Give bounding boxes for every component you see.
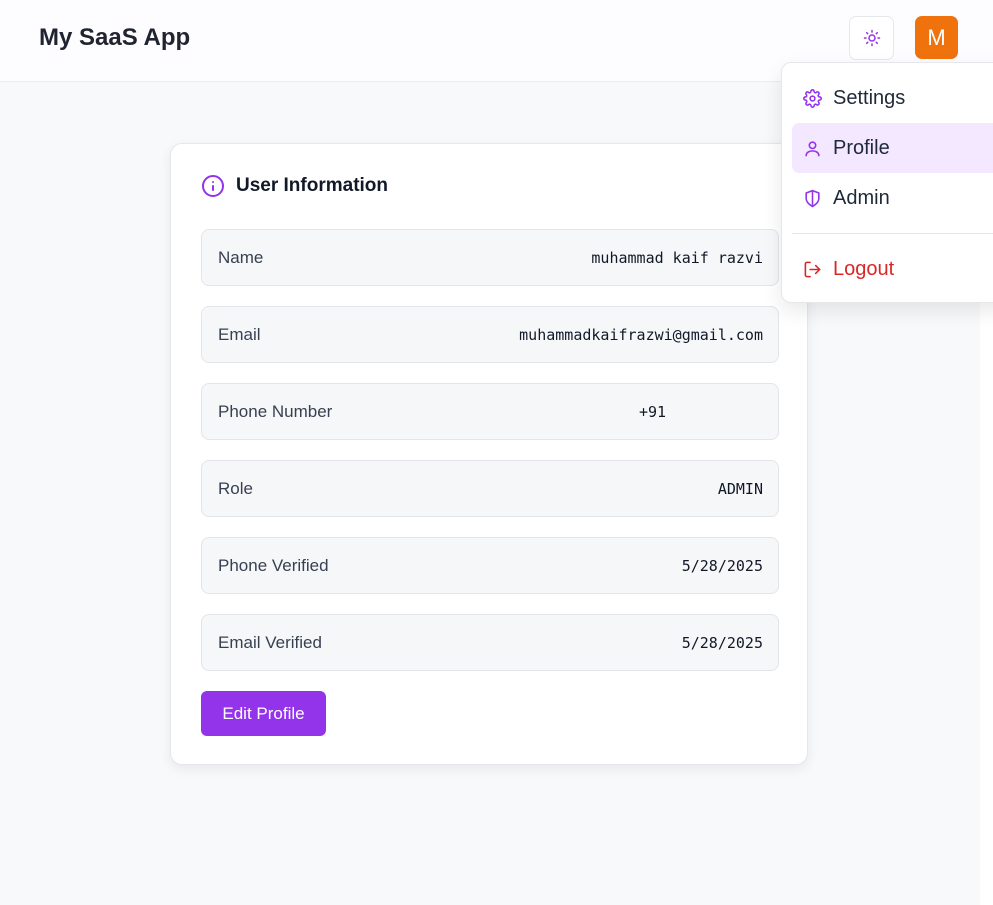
menu-item-label: Admin [833, 186, 890, 209]
edit-profile-button[interactable]: Edit Profile [201, 691, 326, 736]
info-row-email-verified: Email Verified 5/28/2025 [201, 614, 779, 671]
card-title: User Information [236, 175, 389, 196]
menu-item-admin[interactable]: Admin [792, 173, 993, 223]
row-label: Phone Verified [218, 556, 329, 575]
user-info-card: User Information Name muhammad kaif razv… [170, 143, 808, 765]
row-label: Email [218, 325, 261, 344]
info-row-phone: Phone Number +91 [201, 383, 779, 440]
info-row-email: Email muhammadkaifrazwi@gmail.com [201, 306, 779, 363]
menu-item-label: Profile [833, 136, 890, 159]
row-label: Email Verified [218, 633, 322, 652]
row-label: Role [218, 479, 253, 498]
menu-item-logout[interactable]: Logout [792, 244, 993, 294]
menu-item-profile[interactable]: Profile [792, 123, 993, 173]
row-value: 5/28/2025 [681, 634, 763, 652]
row-label: Phone Number [218, 402, 333, 421]
row-value: +91 [639, 403, 667, 421]
gear-icon [803, 88, 822, 108]
user-dropdown-menu: Settings Profile Admin Logout [781, 62, 993, 303]
sun-icon [863, 29, 880, 47]
shield-icon [805, 189, 820, 207]
card-header: User Information [201, 174, 388, 198]
avatar[interactable]: M [915, 16, 958, 59]
menu-item-settings[interactable]: Settings [792, 73, 993, 123]
info-row-name: Name muhammad kaif razvi [201, 229, 779, 286]
row-value: muhammad kaif razvi [591, 249, 763, 267]
user-icon [805, 140, 820, 156]
row-value: 5/28/2025 [681, 557, 763, 575]
row-value: ADMIN [717, 480, 763, 498]
theme-toggle-button[interactable] [849, 16, 894, 60]
row-value: muhammadkaifrazwi@gmail.com [519, 326, 763, 344]
row-label: Name [218, 248, 264, 267]
menu-item-label: Settings [833, 86, 906, 109]
app-title: My SaaS App [39, 24, 191, 51]
info-icon [202, 175, 224, 197]
info-row-role: Role ADMIN [201, 460, 779, 517]
logout-icon [804, 261, 821, 277]
menu-divider [792, 233, 993, 234]
menu-item-label: Logout [833, 257, 895, 280]
info-row-phone-verified: Phone Verified 5/28/2025 [201, 537, 779, 594]
